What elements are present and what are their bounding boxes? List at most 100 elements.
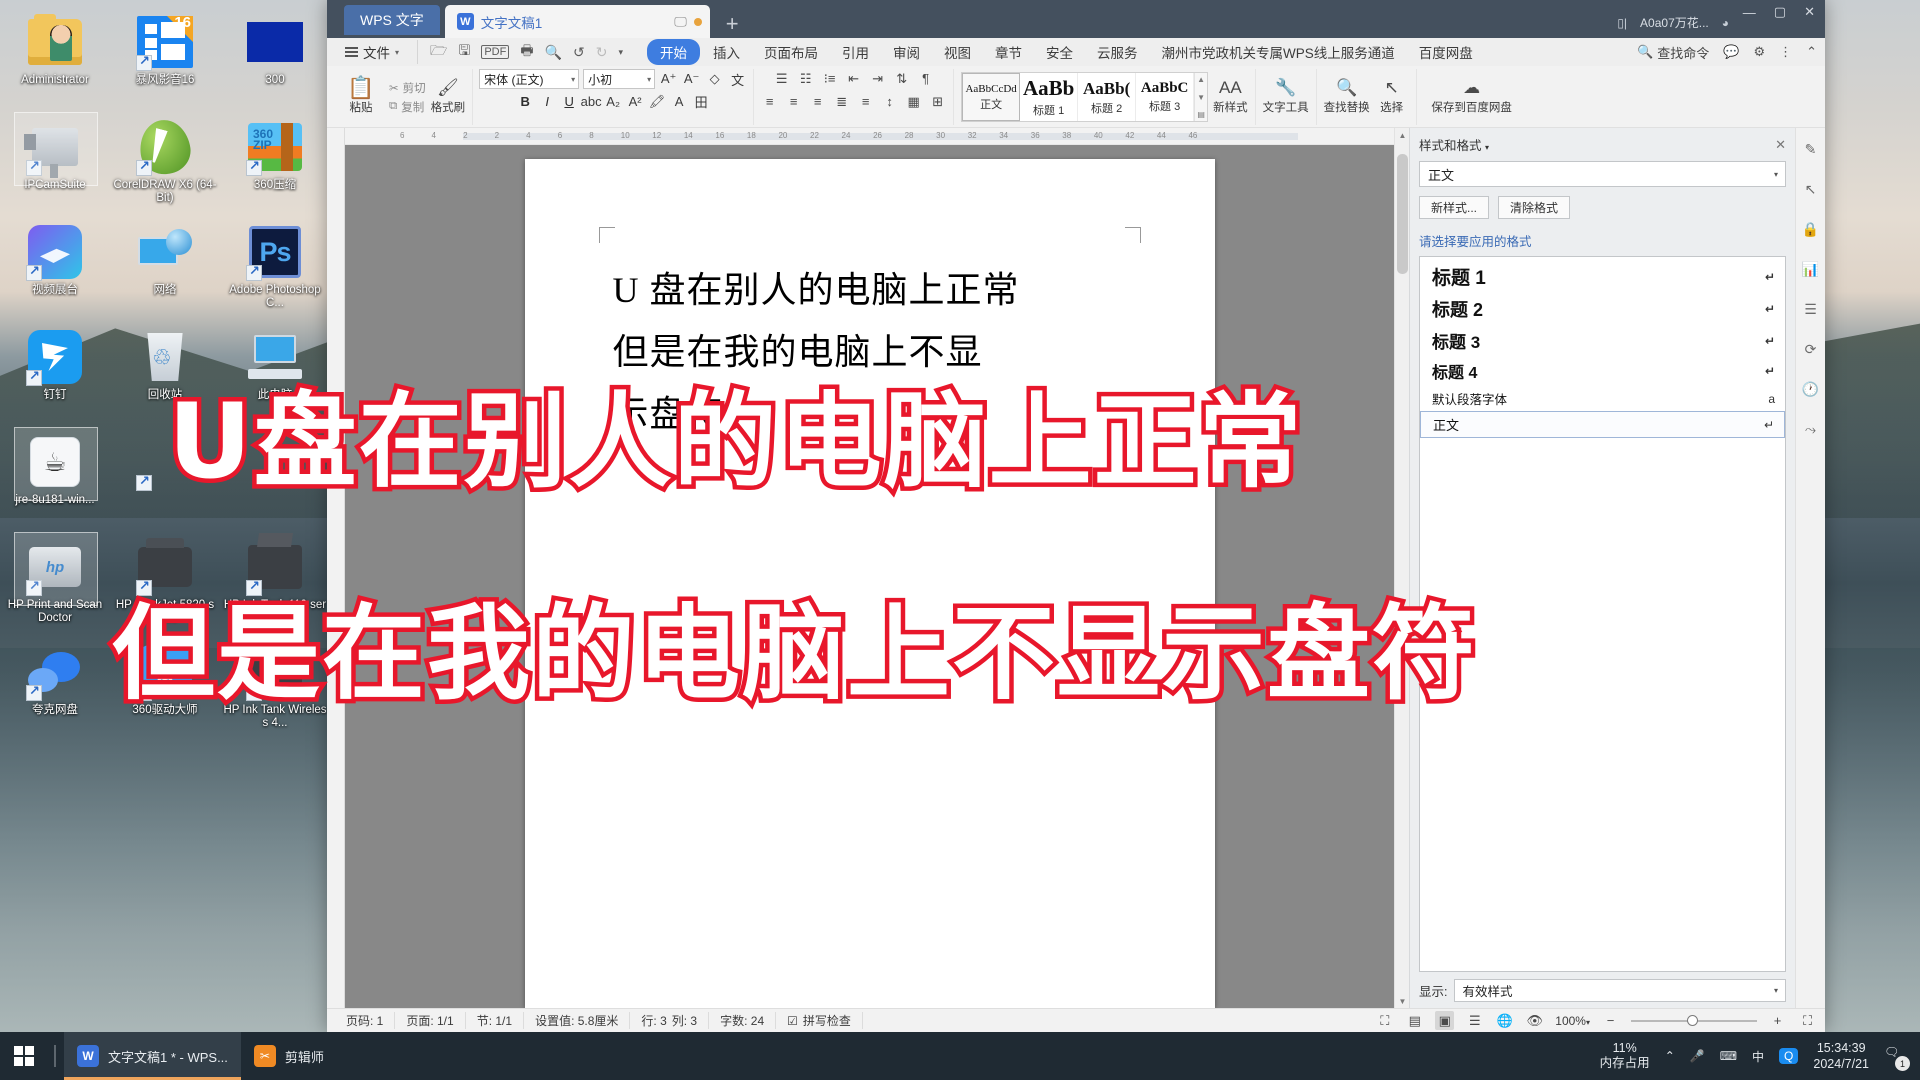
distribute-icon[interactable]: ≡ [856,92,875,111]
pen-icon[interactable]: ✎ [1800,138,1822,160]
minimize-button[interactable]: — [1743,5,1756,20]
maximize-button[interactable]: ▢ [1774,4,1786,20]
share-icon[interactable]: ⤳ [1800,418,1822,440]
desktop-icon-network[interactable]: 网络 [110,218,220,323]
status-words[interactable]: 字数: 24 [709,1012,777,1029]
show-marks-icon[interactable]: ¶ [916,69,935,88]
lock-icon[interactable]: 🔒 [1800,218,1822,240]
desktop-icon-360zip[interactable]: 360ZIP 360压缩 [220,113,330,218]
print-preview-icon[interactable]: 🔍 [545,44,562,61]
undo-icon[interactable]: ↺ [573,44,585,61]
current-style-combo[interactable]: 正文 ▾ [1419,161,1786,187]
tab-references[interactable]: 引用 [831,39,880,65]
multilevel-list-icon[interactable]: ⁝≡ [820,69,839,88]
user-name-label[interactable]: A0a07万花... [1640,14,1709,31]
style-heading-1[interactable]: AaBb 标题 1 [1020,73,1079,121]
clear-format-button[interactable]: 清除格式 [1498,196,1571,219]
vertical-ruler[interactable] [327,128,345,1008]
presentation-icon[interactable]: 🖵 [674,14,687,30]
character-border-icon[interactable]: 田 [692,92,711,111]
wps-app-badge[interactable]: WPS 文字 [344,5,440,35]
numbered-list-icon[interactable]: ☷ [796,69,815,88]
taskbar-item-jianjishi[interactable]: ✂ 剪辑师 [241,1032,337,1080]
line-spacing-icon[interactable]: ↕ [880,92,899,111]
style-list-item-heading1[interactable]: 标题 1 ↵ [1420,260,1785,293]
underline-button[interactable]: U [560,92,579,111]
desktop-icon-jre[interactable]: jre-8u181-win... [0,427,110,533]
pane-title[interactable]: 样式和格式 ▾ [1419,135,1489,154]
memory-usage-indicator[interactable]: 11% 内存占用 [1600,1041,1650,1071]
tray-expand-icon[interactable]: ⌃ [1665,1049,1675,1063]
document-vertical-scrollbar[interactable]: ▲ ▼ [1394,128,1409,1008]
copy-button[interactable]: ⧉ 复制 [389,99,426,115]
zoom-out-button[interactable]: − [1601,1011,1620,1030]
taskbar-item-wps[interactable]: W 文字文稿1 * - WPS... [64,1032,241,1080]
avatar[interactable]: ◕ [1722,16,1729,30]
find-replace-button[interactable]: 🔍 查找替换 [1324,79,1370,115]
scrollbar-thumb[interactable] [1397,154,1408,274]
cursor-icon[interactable]: ↖ [1800,178,1822,200]
desktop-icon-photoshop[interactable]: Ps Adobe Photoshop C... [220,218,330,323]
pinyin-guide-icon[interactable]: 文 [728,70,747,89]
history-icon[interactable]: ⟳ [1800,338,1822,360]
align-left-icon[interactable]: ≡ [760,92,779,111]
reading-icon[interactable]: 👁 [1525,1011,1544,1030]
find-command-box[interactable]: 🔍 查找命令 [1637,43,1709,62]
export-pdf-icon[interactable]: PDF [481,45,510,59]
bold-button[interactable]: B [516,92,535,111]
zoom-slider-knob[interactable] [1687,1014,1698,1026]
desktop-icon-ipcamsuite[interactable]: IPCamSuite [0,112,110,218]
font-name-combo[interactable]: 宋体 (正文) ▾ [479,69,580,89]
desktop-icon-coreldraw[interactable]: CorelDRAW X6 (64-Bit) [110,113,220,218]
chart-icon[interactable]: 📊 [1800,258,1822,280]
text-highlight-icon[interactable]: 🖍 [648,92,667,111]
close-button[interactable]: ✕ [1804,4,1815,20]
italic-button[interactable]: I [538,92,557,111]
shading-icon[interactable]: ▦ [904,92,923,111]
desktop-icon-dingtalk[interactable]: 钉钉 [0,323,110,428]
new-style-button[interactable]: AA 新样式 [1213,79,1248,115]
scroll-up-icon[interactable]: ▲ [1197,75,1205,84]
scroll-down-icon[interactable]: ▼ [1395,994,1410,1008]
list-icon[interactable]: ☰ [1800,298,1822,320]
style-gallery-scrollbar[interactable]: ▲ ▼ ▤ [1194,73,1208,121]
file-menu-button[interactable]: 文件 ▾ [337,42,407,62]
horizontal-ruler[interactable]: 6 4 2 2 4 6 8 10 12 14 16 18 20 22 24 26 28 30 32 34 36 38 40 4… [345,128,1394,145]
two-page-icon[interactable]: ▤ [1405,1011,1424,1030]
desktop-icon-administrator[interactable]: Administrator [0,8,110,113]
tab-section[interactable]: 章节 [984,39,1033,65]
style-heading-3[interactable]: AaBbC 标题 3 [1136,73,1195,121]
new-tab-button[interactable]: + [726,13,739,35]
desktop-icon-hp-print-scan-doctor[interactable]: hp HP Print and Scan Doctor [0,532,110,638]
zoom-in-button[interactable]: + [1768,1011,1787,1030]
save-icon[interactable]: 🖫 [458,40,470,64]
chevron-down-icon[interactable]: ▾ [1485,143,1489,152]
style-list-item-heading3[interactable]: 标题 3 ↵ [1420,325,1785,356]
clock-icon[interactable]: 🕐 [1800,378,1822,400]
clock[interactable]: 15:34:39 2024/7/21 [1813,1040,1869,1072]
web-layout-icon[interactable]: 🌐 [1495,1011,1514,1030]
tab-cloud-service[interactable]: 云服务 [1086,39,1149,65]
tab-view[interactable]: 视图 [933,39,982,65]
tab-insert[interactable]: 插入 [702,39,751,65]
borders-icon[interactable]: ⊞ [928,92,947,111]
align-center-icon[interactable]: ≡ [784,92,803,111]
format-painter-button[interactable]: 🖌 格式刷 [431,79,466,115]
keyboard-icon[interactable]: ⌨ [1720,1049,1737,1063]
bullet-list-icon[interactable]: ☰ [772,69,791,88]
tab-page-layout[interactable]: 页面布局 [753,39,829,65]
print-icon[interactable]: 🖶 [520,40,533,64]
style-heading-2[interactable]: AaBb( 标题 2 [1078,73,1137,121]
tab-review[interactable]: 审阅 [882,39,931,65]
cut-button[interactable]: ✂ 剪切 [389,80,426,96]
subscript-button[interactable]: A₂ [604,92,623,111]
qq-icon[interactable]: Q [1779,1048,1799,1064]
scroll-up-icon[interactable]: ▲ [1395,128,1410,142]
print-layout-icon[interactable]: ▣ [1435,1011,1455,1030]
desktop-icon-video-stage[interactable]: 视频展台 [0,218,110,323]
text-tools-button[interactable]: 🔧 文字工具 [1263,79,1309,115]
notification-center-button[interactable]: 🗨 1 [1884,1045,1910,1071]
decrease-indent-icon[interactable]: ⇤ [844,69,863,88]
new-style-button[interactable]: 新样式... [1419,196,1490,219]
justify-icon[interactable]: ≣ [832,92,851,111]
